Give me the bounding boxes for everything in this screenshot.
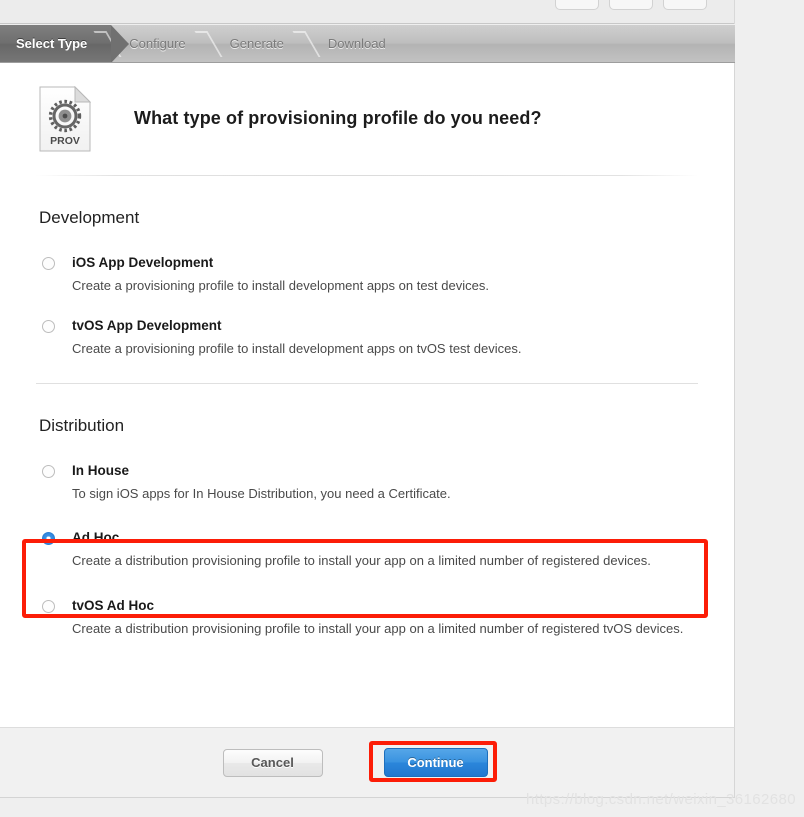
watermark: https://blog.csdn.net/weixin_36162680 bbox=[526, 791, 796, 808]
top-button-group bbox=[555, 0, 707, 10]
panel-right-edge bbox=[734, 0, 735, 24]
continue-button[interactable]: Continue bbox=[383, 748, 488, 777]
option-tvos-ad-hoc-desc: Create a distribution provisioning profi… bbox=[72, 621, 684, 636]
radio-in-house[interactable] bbox=[42, 465, 55, 478]
option-tvos-ad-hoc-label: tvOS Ad Hoc bbox=[72, 598, 155, 613]
option-in-house-label: In House bbox=[72, 463, 130, 478]
option-tvos-app-development-desc: Create a provisioning profile to install… bbox=[72, 341, 522, 356]
page-header: PROV What type of provisioning profile d… bbox=[0, 63, 734, 155]
option-ad-hoc-label: Ad Hoc bbox=[72, 530, 120, 545]
option-tvos-ad-hoc[interactable]: tvOS Ad Hoc Create a distribution provis… bbox=[39, 597, 698, 638]
cancel-button[interactable]: Cancel bbox=[222, 748, 323, 777]
step-download[interactable]: Download bbox=[310, 25, 412, 62]
option-ios-app-development-desc: Create a provisioning profile to install… bbox=[72, 278, 489, 293]
step-download-label: Download bbox=[327, 36, 386, 51]
step-generate-label: Generate bbox=[229, 36, 284, 51]
step-select-type-label: Select Type bbox=[16, 36, 88, 51]
prov-icon-label: PROV bbox=[50, 135, 80, 147]
window-top-strip bbox=[0, 0, 735, 24]
section-divider bbox=[36, 383, 698, 384]
top-button-1[interactable] bbox=[555, 0, 599, 10]
step-configure-label: Configure bbox=[129, 36, 186, 51]
section-development: Development iOS App Development Create a… bbox=[0, 208, 734, 358]
option-ios-app-development-label: iOS App Development bbox=[72, 255, 214, 270]
option-ad-hoc[interactable]: Ad Hoc Create a distribution provisionin… bbox=[39, 529, 698, 570]
section-development-title: Development bbox=[39, 208, 140, 227]
top-button-3[interactable] bbox=[663, 0, 707, 10]
wizard-step-bar: Select Type Configure Generate Download bbox=[0, 25, 735, 63]
option-tvos-app-development[interactable]: tvOS App Development Create a provisioni… bbox=[39, 317, 698, 358]
main-content-panel: PROV What type of provisioning profile d… bbox=[0, 63, 735, 727]
option-ios-app-development[interactable]: iOS App Development Create a provisionin… bbox=[39, 254, 698, 295]
provisioning-profile-icon: PROV bbox=[39, 85, 92, 152]
section-distribution-title: Distribution bbox=[39, 416, 125, 435]
option-ad-hoc-desc: Create a distribution provisioning profi… bbox=[72, 553, 651, 568]
page-title: What type of provisioning profile do you… bbox=[134, 108, 542, 128]
radio-ad-hoc[interactable] bbox=[42, 532, 55, 545]
header-divider bbox=[36, 175, 698, 176]
top-button-2[interactable] bbox=[609, 0, 653, 10]
dialog-footer: Cancel Continue bbox=[0, 727, 735, 798]
option-in-house-desc: To sign iOS apps for In House Distributi… bbox=[72, 486, 451, 501]
radio-ios-app-development[interactable] bbox=[42, 257, 55, 270]
section-distribution: Distribution In House To sign iOS apps f… bbox=[0, 416, 734, 638]
radio-tvos-ad-hoc[interactable] bbox=[42, 600, 55, 613]
option-tvos-app-development-label: tvOS App Development bbox=[72, 318, 222, 333]
option-in-house[interactable]: In House To sign iOS apps for In House D… bbox=[39, 462, 698, 503]
radio-tvos-app-development[interactable] bbox=[42, 320, 55, 333]
